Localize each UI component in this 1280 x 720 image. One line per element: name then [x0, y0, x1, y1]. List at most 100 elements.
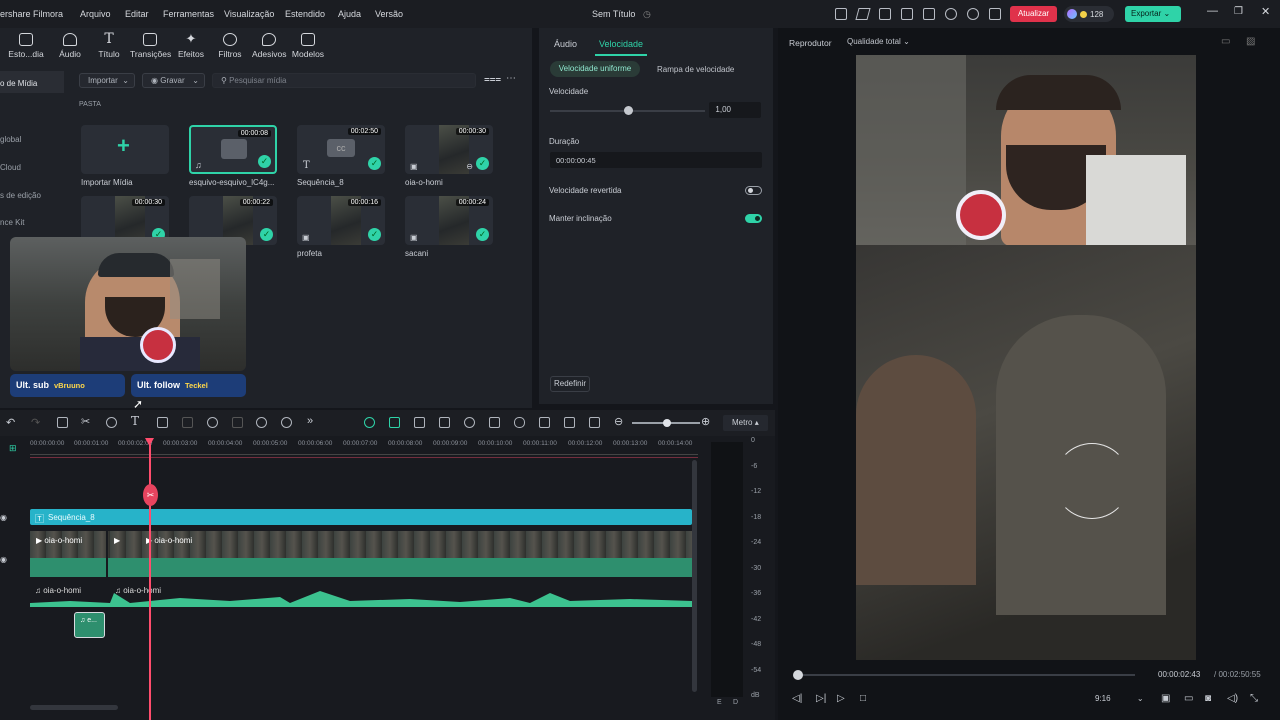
mark-icon[interactable] — [439, 417, 450, 428]
video-preview[interactable] — [856, 55, 1196, 660]
prev-frame-icon[interactable]: ◁| — [792, 693, 802, 704]
group-icon[interactable] — [589, 417, 600, 428]
layout-icon[interactable] — [901, 8, 913, 20]
scissors-icon[interactable]: ✂ — [143, 484, 158, 506]
subtab-uniform[interactable]: Velocidade uniforme — [550, 61, 640, 77]
progress-handle[interactable] — [793, 670, 803, 680]
tool-stickers[interactable]: Adesivos — [252, 33, 287, 59]
close-icon[interactable]: ✕ — [1261, 5, 1270, 18]
media-card[interactable]: 00:00:16 ▣ ✓ — [297, 196, 385, 245]
eye-icon[interactable]: ◉ — [0, 555, 7, 564]
search-input[interactable]: ⚲ Pesquisar mídia — [212, 73, 476, 88]
crop-icon[interactable] — [157, 417, 168, 428]
replace-icon[interactable] — [564, 417, 575, 428]
camera-icon[interactable]: ◙ — [1205, 693, 1211, 704]
tool-media[interactable]: Esto...dia — [8, 33, 44, 59]
mic-icon[interactable] — [514, 417, 525, 428]
fullscreen-icon[interactable]: ⤡ — [1250, 693, 1258, 704]
duration-input[interactable]: 00:00:00:45 — [550, 152, 762, 168]
text-icon[interactable]: T — [131, 414, 139, 428]
display-icon[interactable]: ▭ — [1184, 693, 1193, 704]
play-frame-icon[interactable]: ▷| — [816, 693, 826, 704]
speed-icon[interactable] — [207, 417, 218, 428]
sidebar-item-cloud[interactable]: Cloud — [0, 163, 21, 172]
tool-effects[interactable]: ✦ Efeitos — [177, 32, 205, 59]
snapshot-icon[interactable]: ▨ — [1246, 36, 1255, 47]
mixer-icon[interactable] — [539, 417, 550, 428]
timer-icon[interactable] — [281, 417, 292, 428]
keep-pitch-toggle[interactable] — [745, 214, 762, 223]
subtab-ramp[interactable]: Rampa de velocidade — [657, 65, 734, 74]
zoom-in-icon[interactable]: ⊕ — [701, 415, 710, 428]
menu-arquivo[interactable]: Arquivo — [80, 9, 111, 19]
more-tools-icon[interactable]: » — [307, 415, 313, 427]
menu-estendido[interactable]: Estendido — [285, 9, 325, 19]
import-dropdown[interactable]: Importar ⌄ — [79, 73, 135, 88]
menu-editar[interactable]: Editar — [125, 9, 149, 19]
export-button[interactable]: Exportar ⌄ — [1125, 6, 1181, 22]
gift-icon[interactable] — [835, 8, 847, 20]
speed-slider-handle[interactable] — [623, 106, 633, 115]
track-manager-icon[interactable]: ⊞ — [9, 443, 17, 454]
send-icon[interactable] — [855, 8, 871, 20]
minimize-icon[interactable]: — — [1207, 5, 1218, 17]
sidebar-item-kit[interactable]: nce Kit — [0, 218, 24, 227]
media-card[interactable]: 00:00:08 ♫ ✓ — [189, 125, 277, 174]
undo-icon[interactable]: ↶ — [6, 416, 15, 429]
delete-icon[interactable] — [57, 417, 68, 428]
speed-value-input[interactable]: 1,00 — [709, 102, 761, 118]
tool-title[interactable]: T Título — [96, 32, 122, 59]
cloud-icon[interactable] — [945, 8, 957, 20]
restore-icon[interactable]: ❐ — [1234, 6, 1243, 17]
playback-progress[interactable] — [795, 674, 1135, 676]
zoom-slider-handle[interactable] — [663, 419, 671, 427]
credits-badge[interactable]: 128 — [1064, 6, 1114, 22]
stabilize-icon[interactable] — [464, 417, 475, 428]
menu-versao[interactable]: Versão — [375, 9, 403, 19]
update-button[interactable]: Atualizar — [1010, 6, 1057, 22]
media-card[interactable]: 00:00:30 ▣ ⊖ ✓ — [405, 125, 493, 174]
record-dropdown[interactable]: ◉ Gravar ⌄ — [142, 73, 205, 88]
play-icon[interactable]: ▷ — [837, 693, 845, 704]
ai-tools-icon[interactable] — [256, 417, 267, 428]
meter-dropdown[interactable]: Metro ▴ — [723, 415, 768, 431]
import-media-card[interactable]: + — [81, 125, 169, 174]
grid-icon[interactable] — [989, 8, 1001, 20]
media-card[interactable]: 00:00:24 ▣ ✓ — [405, 196, 493, 245]
redo-icon[interactable]: ↷ — [31, 416, 40, 429]
ratio-dropdown[interactable]: 9:16 ⌄ — [1095, 694, 1144, 703]
audio-track[interactable]: ♫ oia-o-homi ♫ oia-o-homi — [30, 583, 692, 607]
snap-icon[interactable] — [389, 417, 400, 428]
tool-audio[interactable]: Áudio — [56, 33, 84, 59]
color-icon[interactable] — [232, 417, 243, 428]
tool-filters[interactable]: Filtros — [216, 33, 244, 59]
reset-button[interactable]: Redefinir — [550, 376, 590, 392]
vertical-scrollbar[interactable] — [692, 460, 697, 692]
render-icon[interactable] — [364, 417, 375, 428]
menu-visualizacao[interactable]: Visualização — [224, 9, 274, 19]
quality-dropdown[interactable]: Qualidade total ⌄ — [841, 34, 916, 50]
stop-icon[interactable]: □ — [860, 693, 866, 704]
cut-icon[interactable]: ✂ — [81, 415, 90, 428]
reverse-toggle[interactable] — [745, 186, 762, 195]
tool-transitions[interactable]: Transições — [130, 33, 171, 59]
sidebar-item-global[interactable]: global — [0, 135, 21, 144]
media-card[interactable]: 00:02:50 cc T ✓ — [297, 125, 385, 174]
zoom-out-icon[interactable]: ⊖ — [614, 415, 623, 428]
tool-templates[interactable]: Modelos — [291, 33, 325, 59]
tab-speed[interactable]: Velocidade — [599, 39, 643, 49]
tab-audio[interactable]: Áudio — [554, 39, 577, 49]
more-icon[interactable]: ⋯ — [506, 73, 516, 84]
eye-icon[interactable]: ◉ — [0, 513, 7, 522]
volume-icon[interactable]: ◁) — [1227, 693, 1238, 704]
transform-icon[interactable] — [182, 417, 193, 428]
bulb-icon[interactable] — [879, 8, 891, 20]
shield-icon[interactable] — [489, 417, 500, 428]
save-icon[interactable] — [923, 8, 935, 20]
sidebar-item-edits[interactable]: s de edição — [0, 191, 41, 200]
video-clip-strip[interactable]: ▶ oia-o-homi ▶ ▶ oia-o-homi — [30, 531, 692, 577]
record-voice-icon[interactable] — [414, 417, 425, 428]
title-clip[interactable]: 🅃 Sequência_8 — [30, 509, 692, 525]
horizontal-scrollbar[interactable] — [30, 705, 118, 710]
small-audio-clip[interactable]: ♫ e... — [74, 612, 105, 638]
